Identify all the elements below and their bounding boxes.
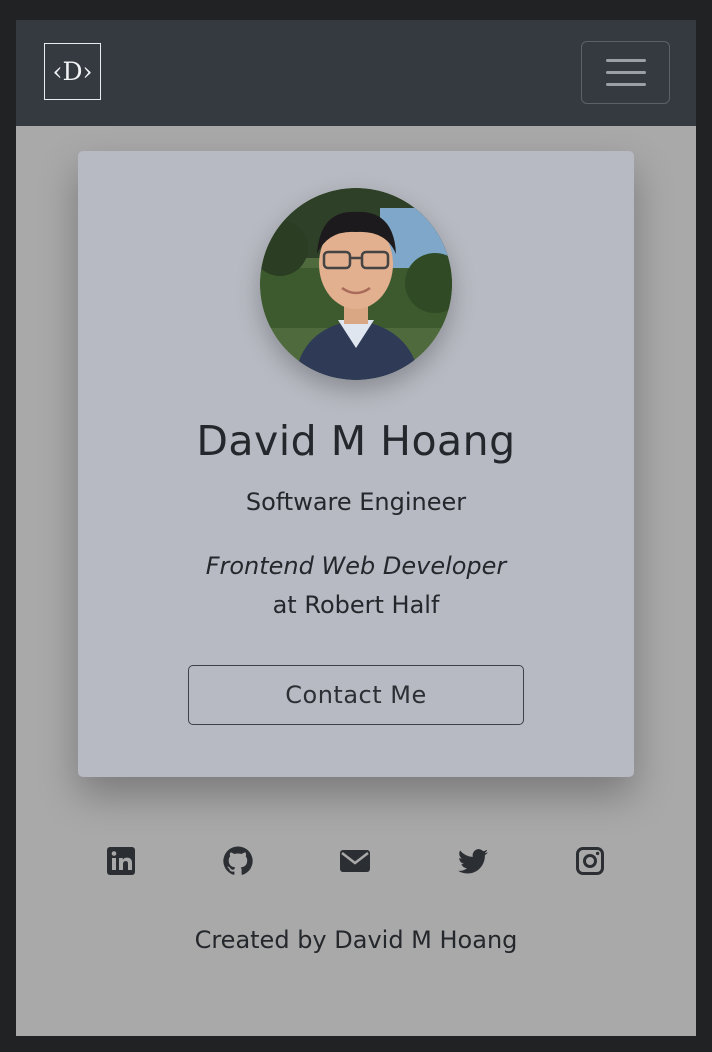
profile-card: David M Hoang Software Engineer Frontend… [78,151,634,777]
navbar: ‹D› [16,20,696,126]
avatar [260,188,452,380]
page: ‹D› David M Hoang Software Engineer Fron… [16,20,696,1036]
email-icon [340,850,370,872]
profile-role: Frontend Web Developer [205,552,507,580]
menu-toggle-button[interactable] [581,41,670,104]
hamburger-icon [605,59,646,62]
github-link[interactable] [221,844,255,878]
linkedin-link[interactable] [104,844,138,878]
twitter-link[interactable] [456,844,490,878]
contact-me-button[interactable]: Contact Me [188,665,524,725]
hamburger-icon [605,83,646,86]
brand-logo[interactable]: ‹D› [44,43,101,100]
profile-photo [260,188,452,380]
email-link[interactable] [338,844,372,878]
github-icon [223,846,253,875]
profile-title: Software Engineer [245,488,467,516]
twitter-icon [458,849,488,874]
footer-credit: Created by David M Hoang [194,926,518,954]
linkedin-icon [107,847,135,875]
profile-name: David M Hoang [196,417,516,465]
hamburger-icon [605,71,646,74]
instagram-link[interactable] [573,844,607,878]
profile-company: at Robert Half [272,591,440,619]
instagram-icon [576,847,604,875]
